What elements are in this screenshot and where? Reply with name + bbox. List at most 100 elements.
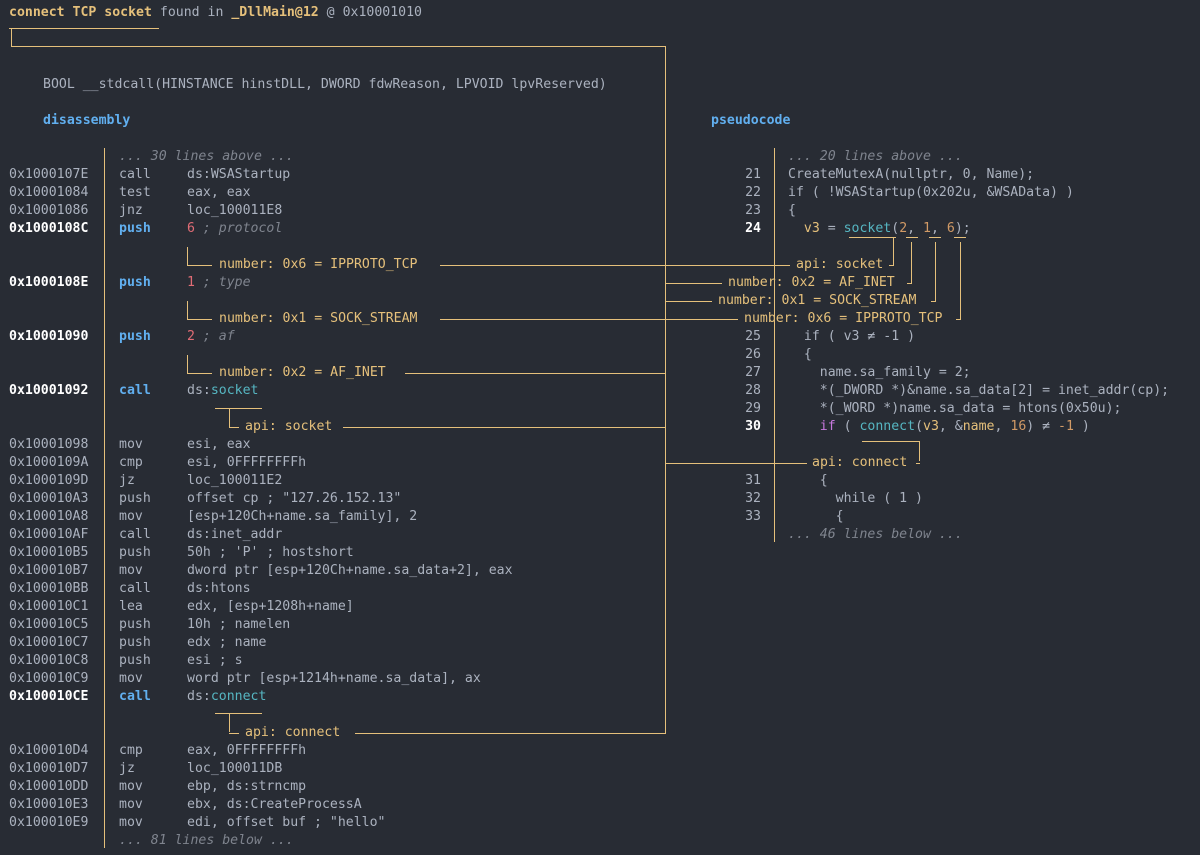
pseudocode-line-number[interactable]: 30: [731, 418, 761, 436]
feature-label[interactable]: api: connect: [812, 454, 907, 472]
disasm-operands: ebp, ds:strncmp: [187, 778, 306, 796]
pseudocode-line: {: [788, 508, 844, 526]
feature-label[interactable]: number: 0x2 = AF_INET: [728, 274, 895, 292]
disasm-address[interactable]: 0x100010C7: [9, 634, 88, 652]
api-name[interactable]: socket: [211, 383, 259, 398]
disasm-address[interactable]: 0x100010E3: [9, 796, 88, 814]
pseudocode-line-number[interactable]: 25: [731, 328, 761, 346]
feature-label[interactable]: number: 0x1 = SOCK_STREAM: [219, 310, 418, 328]
disasm-gutter: [104, 148, 105, 848]
code-text: ) ≠: [1026, 419, 1059, 434]
disasm-address[interactable]: 0x100010C9: [9, 670, 88, 688]
pseudocode-lines-above: ... 20 lines above ...: [788, 149, 963, 164]
disasm-address[interactable]: 0x100010E9: [9, 814, 88, 832]
operand-text: dword ptr [esp+120Ch+name.sa_data+2], ea…: [187, 563, 513, 578]
disasm-mnemonic: cmp: [119, 743, 143, 758]
disasm-address[interactable]: 0x100010C5: [9, 616, 88, 634]
code-text: name.sa_family = 2;: [788, 365, 971, 380]
keyword: if: [819, 419, 836, 434]
pseudocode-line-number[interactable]: 24: [731, 220, 761, 238]
disasm-address[interactable]: 0x10001084: [9, 184, 88, 202]
disasm-mnemonic: test: [119, 185, 151, 200]
disasm-operands: offset cp ; "127.26.152.13": [187, 490, 401, 508]
feature-label[interactable]: api: socket: [245, 418, 332, 436]
pseudocode-line-number[interactable]: 28: [731, 382, 761, 400]
feature-label[interactable]: api: socket: [796, 256, 883, 274]
disasm-address[interactable]: 0x100010A8: [9, 508, 88, 526]
operand-text: esi ; s: [187, 653, 243, 668]
operand-text: edi, offset buf ; "hello": [187, 815, 386, 830]
feature-bracket-vertical: [187, 355, 188, 374]
disasm-address[interactable]: 0x100010CE: [9, 688, 88, 706]
feature-label[interactable]: number: 0x1 = SOCK_STREAM: [718, 292, 917, 310]
disasm-mnemonic: call: [119, 383, 151, 398]
disasm-address[interactable]: 0x100010A3: [9, 490, 88, 508]
disasm-address[interactable]: 0x10001086: [9, 202, 88, 220]
feature-label[interactable]: api: connect: [245, 724, 340, 742]
api-name[interactable]: connect: [859, 419, 915, 434]
feature-label[interactable]: number: 0x6 = IPPROTO_TCP: [219, 256, 418, 274]
feature-tail: [889, 265, 894, 266]
pseudocode-line-number[interactable]: 33: [731, 508, 761, 526]
disasm-address[interactable]: 0x1000108C: [9, 220, 88, 238]
feature-bracket-vertical: [893, 237, 894, 265]
capa-explorer-view: connect TCP socket found in _DllMain@12 …: [0, 0, 1200, 855]
feature-connector: [665, 319, 738, 320]
disassembly-heading: disassembly: [43, 113, 131, 128]
disasm-address[interactable]: 0x100010D4: [9, 742, 88, 760]
disasm-address[interactable]: 0x1000109A: [9, 454, 88, 472]
found-in-label: found in: [159, 5, 224, 20]
disasm-operands: esi, 0FFFFFFFFh: [187, 454, 306, 472]
disasm-address[interactable]: 0x100010B7: [9, 562, 88, 580]
pseudocode-line-number[interactable]: 32: [731, 490, 761, 508]
disasm-mnemonic: mov: [119, 437, 143, 452]
api-name[interactable]: socket: [844, 221, 892, 236]
feature-label[interactable]: number: 0x2 = AF_INET: [219, 364, 386, 382]
disasm-address[interactable]: 0x10001092: [9, 382, 88, 400]
disasm-address[interactable]: 0x1000109D: [9, 472, 88, 490]
operand-text: [esp+120Ch+name.sa_family], 2: [187, 509, 418, 524]
disasm-mnemonic: mov: [119, 779, 143, 794]
disasm-mnemonic: cmp: [119, 455, 143, 470]
disasm-address[interactable]: 0x100010C8: [9, 652, 88, 670]
feature-bracket-vertical: [187, 301, 188, 320]
header-underline: [9, 28, 159, 29]
feature-label[interactable]: number: 0x6 = IPPROTO_TCP: [744, 310, 943, 328]
disasm-mnemonic: jnz: [119, 203, 143, 218]
pseudocode-line-number[interactable]: 21: [731, 166, 761, 184]
disasm-address[interactable]: 0x100010DD: [9, 778, 88, 796]
operand-text: edx ; name: [187, 635, 267, 650]
disasm-address[interactable]: 0x100010AF: [9, 526, 88, 544]
disasm-comment: ; af: [194, 329, 235, 344]
api-name[interactable]: connect: [211, 689, 267, 704]
disasm-address[interactable]: 0x100010D7: [9, 760, 88, 778]
feature-connector: [343, 427, 665, 428]
disasm-address[interactable]: 0x10001090: [9, 328, 88, 346]
function-name[interactable]: _DllMain@12: [231, 5, 318, 20]
disasm-address[interactable]: 0x100010BB: [9, 580, 88, 598]
pseudocode-line-number[interactable]: 26: [731, 346, 761, 364]
pseudocode-line-number[interactable]: 29: [731, 400, 761, 418]
pseudocode-line-number[interactable]: 22: [731, 184, 761, 202]
code-text: {: [788, 347, 812, 362]
disasm-mnemonic: call: [119, 689, 151, 704]
function-address[interactable]: 0x10001010: [343, 5, 422, 20]
operand-text: esi, 0FFFFFFFFh: [187, 455, 307, 470]
disasm-mnemonic: call: [119, 167, 151, 182]
at-sign: @: [326, 5, 335, 20]
disasm-operands: dword ptr [esp+120Ch+name.sa_data+2], ea…: [187, 562, 513, 580]
pseudocode-line-number[interactable]: 27: [731, 364, 761, 382]
disasm-mnemonic: push: [119, 545, 151, 560]
pseudocode-line-number[interactable]: 23: [731, 202, 761, 220]
pseudocode-line-number[interactable]: 31: [731, 472, 761, 490]
disasm-address[interactable]: 0x1000108E: [9, 274, 88, 292]
disasm-address[interactable]: 0x100010B5: [9, 544, 88, 562]
disasm-address[interactable]: 0x10001098: [9, 436, 88, 454]
feature-bracket-vertical: [911, 242, 912, 283]
operand-text: eax, eax: [187, 185, 251, 200]
disasm-address[interactable]: 0x1000107E: [9, 166, 88, 184]
feature-tail: [916, 463, 920, 464]
disasm-address[interactable]: 0x100010C1: [9, 598, 88, 616]
